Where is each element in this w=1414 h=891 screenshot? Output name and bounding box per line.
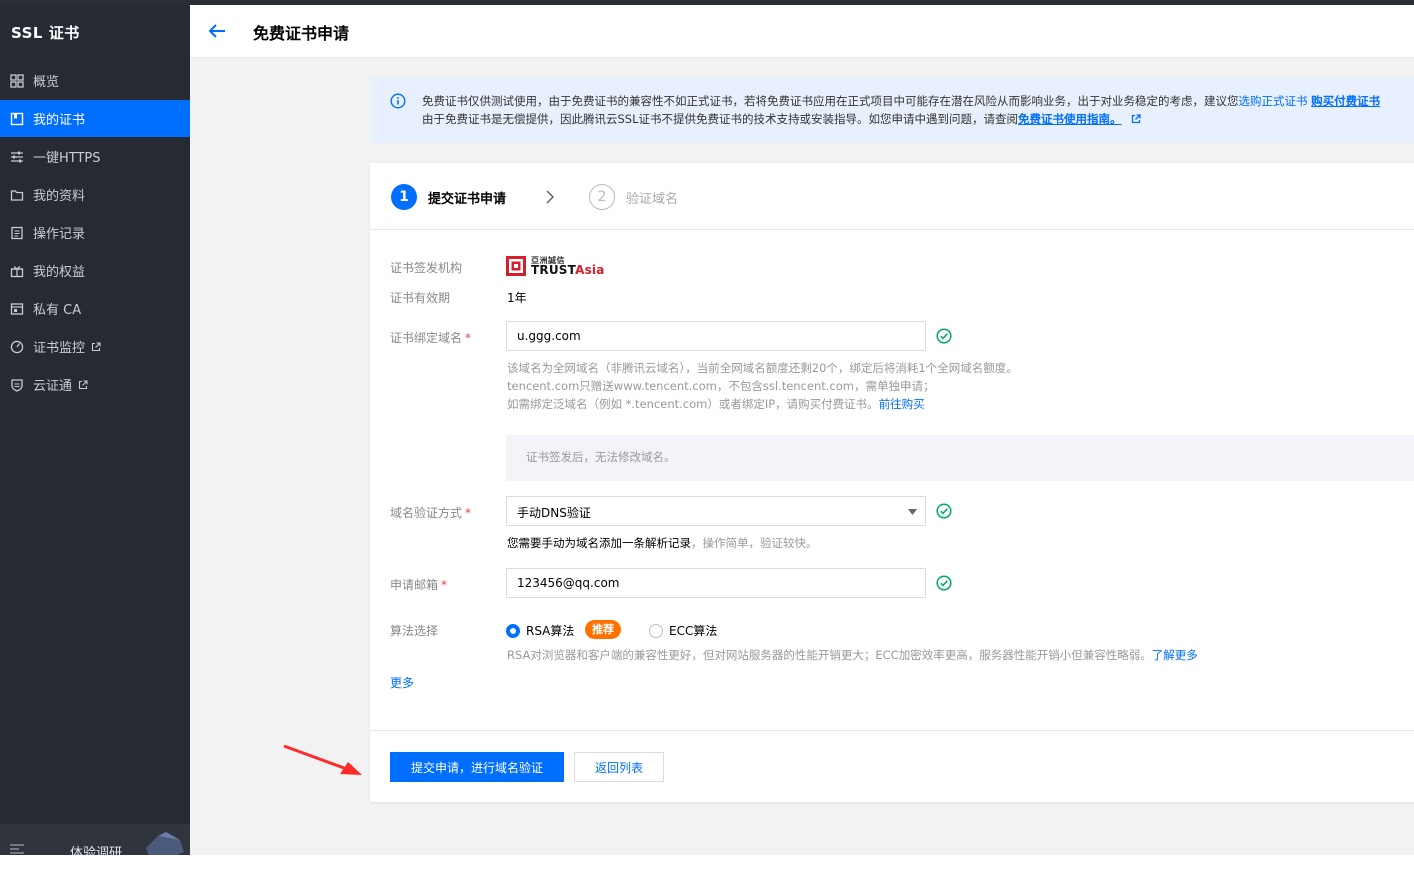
verify-method-hint: 您需要手动为域名添加一条解析记录，操作简单，验证较快。: [507, 536, 818, 550]
shield-icon: [10, 378, 24, 392]
external-link-icon: [91, 341, 101, 352]
rsa-radio[interactable]: RSA算法: [506, 622, 574, 639]
verify-method-label: 域名验证方式 *: [390, 506, 472, 520]
sidebar-item-https[interactable]: 一键HTTPS: [0, 138, 190, 175]
sidebar-item-label: 操作记录: [33, 227, 86, 242]
sidebar-item-my-benefits[interactable]: 我的权益: [0, 252, 190, 289]
sidebar-item-label: 概览: [33, 75, 60, 90]
chevron-right-icon: [546, 190, 555, 204]
sidebar-item-label: 私有 CA: [33, 303, 82, 318]
dashboard-icon: [10, 73, 24, 88]
radio-unchecked[interactable]: [649, 623, 663, 638]
trustasia-logo: 亞洲誠信 TRUSTAsia: [506, 255, 610, 279]
submit-verify-button[interactable]: 提交申请，进行域名验证: [390, 752, 564, 782]
annotation-arrow-icon: [283, 744, 362, 775]
domain-label: 证书绑定域名 *: [390, 331, 472, 345]
page-header: 免费证书申请: [190, 5, 1414, 58]
info-notice: 免费证书仅供测试使用，由于免费证书的兼容性不如正式证书，若将免费证书应用在正式项…: [370, 77, 1414, 143]
trustasia-logo-icon: [506, 256, 526, 276]
domain-note-box: 证书签发后，无法修改域名。: [506, 435, 1414, 481]
sidebar-item-label: 云证通: [33, 379, 73, 394]
sidebar-item-label: 证书监控: [33, 341, 86, 356]
caret-down-icon: [908, 509, 917, 515]
step-2-number: 2: [589, 184, 615, 210]
domain-note-text: 证书签发后，无法修改域名。: [526, 450, 676, 464]
monitor-icon: [10, 340, 24, 354]
email-input[interactable]: [506, 568, 926, 598]
application-form-card: 1 提交证书申请 2 验证域名 证书签发机构 亞洲誠信 TRUSTAsia 证书…: [370, 163, 1414, 802]
sliders-icon: [10, 150, 24, 164]
sidebar-item-label: 我的权益: [33, 265, 86, 280]
verify-method-select[interactable]: 手动DNS验证: [506, 496, 926, 526]
validity-value: 1年: [507, 291, 527, 305]
back-to-list-button[interactable]: 返回列表: [574, 752, 664, 782]
back-arrow-icon[interactable]: [208, 23, 226, 39]
sidebar-item-operation-log[interactable]: 操作记录: [0, 214, 190, 251]
gift-icon: [10, 264, 24, 278]
domain-hint-2: tencent.com只赠送www.tencent.com，不包含ssl.ten…: [507, 379, 935, 393]
collapse-menu-icon[interactable]: [10, 844, 24, 854]
issuer-label: 证书签发机构: [390, 261, 463, 275]
domain-hint-3: 如需绑定泛域名（例如 *.tencent.com）或者绑定IP，请购买付费证书。…: [507, 397, 925, 411]
sidebar-item-cert-monitor[interactable]: 证书监控: [0, 328, 190, 365]
sidebar-item-my-materials[interactable]: 我的资料: [0, 176, 190, 213]
success-check-icon: [936, 328, 952, 344]
ca-icon: [10, 302, 24, 316]
survey-link[interactable]: 体验调研: [70, 842, 122, 855]
ecc-radio[interactable]: ECC算法: [649, 622, 717, 639]
radio-checked[interactable]: [506, 623, 520, 638]
sidebar: SSL 证书 概览 我的证书 一键HTTPS 我的资料 操作记录 我的权益 私有…: [0, 5, 190, 855]
sidebar-item-label: 我的资料: [33, 189, 86, 204]
step-1-label: 提交证书申请: [428, 192, 507, 207]
step-2-label: 验证域名: [626, 192, 679, 207]
success-check-icon: [936, 503, 952, 519]
sidebar-item-cloud-cert[interactable]: 云证通: [0, 366, 190, 403]
form-actions: 提交申请，进行域名验证 返回列表: [370, 730, 1414, 803]
email-label: 申请邮箱 *: [390, 578, 448, 592]
go-purchase-link[interactable]: 前往购买: [879, 397, 925, 411]
buy-formal-cert-link[interactable]: 选购正式证书: [1239, 94, 1308, 108]
main-content: 免费证书仅供测试使用，由于免费证书的兼容性不如正式证书，若将免费证书应用在正式项…: [190, 58, 1414, 855]
logo-wordmark: TRUSTAsia: [531, 263, 605, 277]
buy-paid-cert-link[interactable]: 购买付费证书: [1311, 94, 1380, 108]
learn-more-link[interactable]: 了解更多: [1152, 648, 1198, 662]
step-1-number: 1: [391, 184, 417, 210]
recommended-badge: 推荐: [585, 620, 621, 639]
sidebar-title: SSL 证书: [11, 24, 80, 42]
verify-method-value: 手动DNS验证: [517, 506, 591, 520]
external-link-icon[interactable]: [1131, 114, 1141, 124]
free-cert-guide-link[interactable]: 免费证书使用指南。: [1018, 112, 1122, 126]
more-options-link[interactable]: 更多: [390, 674, 414, 691]
algorithm-hint: RSA对浏览器和客户端的兼容性更好，但对网站服务器的性能开销更大；ECC加密效率…: [507, 648, 1198, 662]
external-link-icon: [78, 379, 88, 390]
domain-hint-1: 该域名为全网域名（非腾讯云域名），当前全网域名额度还剩20个，绑定后将消耗1个全…: [507, 361, 1018, 375]
sidebar-item-label: 一键HTTPS: [33, 151, 101, 166]
rsa-radio-label: RSA算法: [526, 624, 575, 638]
success-check-icon: [936, 575, 952, 591]
bottom-strip: [0, 855, 1414, 891]
sidebar-item-my-certificates[interactable]: 我的证书: [0, 100, 190, 137]
notice-text: 免费证书仅供测试使用，由于免费证书的兼容性不如正式证书，若将免费证书应用在正式项…: [422, 94, 1239, 108]
domain-input[interactable]: [506, 321, 926, 351]
sidebar-item-private-ca[interactable]: 私有 CA: [0, 290, 190, 327]
step-indicator: 1 提交证书申请 2 验证域名: [370, 163, 1414, 230]
sidebar-footer: 体验调研: [0, 824, 190, 855]
certificate-icon: [10, 112, 24, 126]
info-icon: [390, 93, 406, 109]
page-title: 免费证书申请: [253, 24, 350, 43]
notice-line-1: 免费证书仅供测试使用，由于免费证书的兼容性不如正式证书，若将免费证书应用在正式项…: [422, 93, 1380, 109]
algorithm-label: 算法选择: [390, 624, 439, 638]
notice-text: 由于免费证书是无偿提供，因此腾讯云SSL证书不提供免费证书的技术支持或安装指导。…: [422, 112, 1019, 126]
sidebar-item-overview[interactable]: 概览: [0, 62, 190, 99]
survey-decoration-icon: [146, 832, 184, 855]
folder-icon: [10, 188, 24, 202]
log-icon: [10, 226, 24, 240]
sidebar-item-label: 我的证书: [33, 113, 86, 128]
ecc-radio-label: ECC算法: [669, 624, 718, 638]
validity-label: 证书有效期: [390, 291, 451, 305]
notice-line-2: 由于免费证书是无偿提供，因此腾讯云SSL证书不提供免费证书的技术支持或安装指导。…: [422, 111, 1141, 127]
